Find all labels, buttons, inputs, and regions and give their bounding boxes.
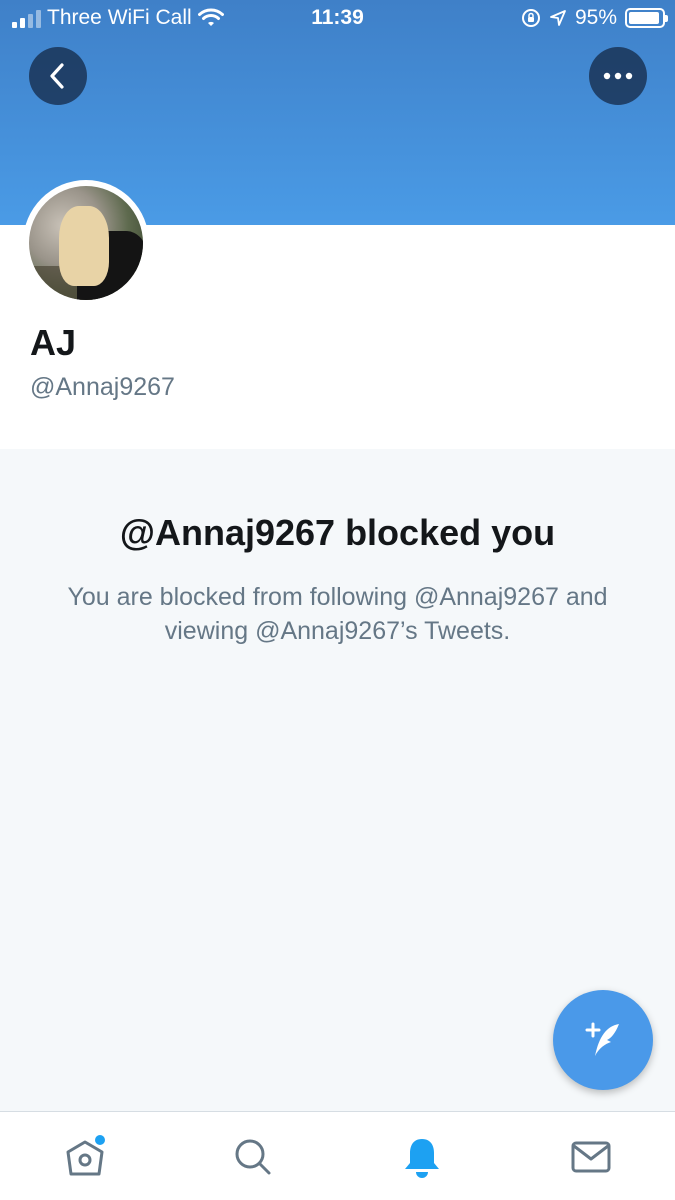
tab-home[interactable]	[62, 1134, 108, 1180]
tab-messages[interactable]	[568, 1134, 614, 1180]
bottom-tab-bar	[0, 1111, 675, 1200]
status-bar: Three WiFi Call 11:39 95%	[0, 0, 675, 38]
notifications-bell-icon	[405, 1139, 439, 1178]
avatar-photo	[29, 186, 143, 300]
battery-percent: 95%	[574, 6, 617, 29]
home-icon	[66, 1135, 105, 1176]
profile-name: AJ	[30, 322, 77, 363]
blocked-message: You are blocked from following @Annaj926…	[67, 583, 608, 645]
back-button[interactable]	[29, 47, 87, 105]
orientation-lock-icon	[521, 9, 540, 27]
messages-envelope-icon	[571, 1141, 611, 1173]
more-dots-icon	[603, 72, 633, 80]
location-arrow-icon	[550, 10, 566, 26]
compose-tweet-icon	[585, 1022, 619, 1056]
battery-icon	[625, 8, 668, 28]
profile-avatar[interactable]	[23, 180, 149, 306]
blocked-title: @Annaj9267 blocked you	[119, 512, 556, 553]
search-icon	[235, 1139, 271, 1175]
more-options-button[interactable]	[589, 47, 647, 105]
home-badge-dot	[95, 1135, 105, 1145]
tab-notifications[interactable]	[399, 1134, 445, 1180]
status-right: 95%	[521, 6, 668, 30]
chevron-left-icon	[50, 63, 64, 89]
tab-search[interactable]	[230, 1134, 276, 1180]
profile-handle: @Annaj9267	[30, 373, 175, 401]
compose-tweet-button[interactable]	[553, 990, 653, 1090]
